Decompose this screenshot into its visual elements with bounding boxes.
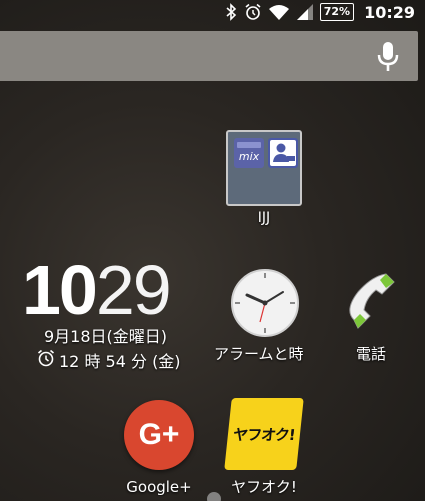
clock-widget-alarm: 12 時 54 分 (金) bbox=[36, 348, 181, 372]
person-app-icon bbox=[268, 138, 298, 168]
next-alarm-text: 12 時 54 分 (金) bbox=[59, 352, 181, 371]
yahoo-auction-app-icon[interactable]: ヤフオク! bbox=[224, 398, 304, 470]
app-folder[interactable]: mix bbox=[226, 130, 302, 206]
signal-icon bbox=[296, 3, 314, 21]
phone-app-icon[interactable] bbox=[336, 270, 406, 336]
clock-app-label: アラームと時 bbox=[214, 345, 304, 363]
clock-minutes: 29 bbox=[95, 251, 172, 329]
clock-widget-time[interactable]: 1029 bbox=[22, 255, 172, 325]
status-time: 10:29 bbox=[364, 2, 415, 22]
clock-hours: 10 bbox=[22, 251, 98, 329]
google-plus-app-label: Google+ bbox=[126, 478, 192, 496]
google-plus-app-icon[interactable]: G+ bbox=[124, 400, 194, 470]
google-plus-icon-text: G+ bbox=[138, 418, 180, 451]
next-alarm-icon bbox=[36, 348, 56, 372]
yahoo-auction-app-label: ヤフオク! bbox=[231, 478, 297, 496]
clock-app-icon[interactable] bbox=[230, 268, 300, 338]
battery-indicator: 72% bbox=[319, 3, 355, 21]
search-bar[interactable] bbox=[0, 31, 418, 81]
clock-widget-date: 9月18日(金曜日) bbox=[44, 327, 168, 346]
mix-app-icon: mix bbox=[234, 138, 264, 168]
status-bar: 72% 10:29 bbox=[0, 0, 425, 24]
svg-text:mix: mix bbox=[239, 150, 260, 163]
phone-app-label: 電話 bbox=[355, 345, 386, 363]
alarm-icon bbox=[244, 3, 262, 21]
yahoo-auction-icon-text: ヤフオク! bbox=[232, 425, 296, 444]
page-indicator-dot bbox=[207, 492, 221, 501]
bluetooth-icon bbox=[224, 3, 238, 21]
folder-label: IJJ bbox=[257, 210, 271, 226]
wifi-icon bbox=[268, 3, 290, 21]
mic-icon[interactable] bbox=[376, 41, 400, 77]
